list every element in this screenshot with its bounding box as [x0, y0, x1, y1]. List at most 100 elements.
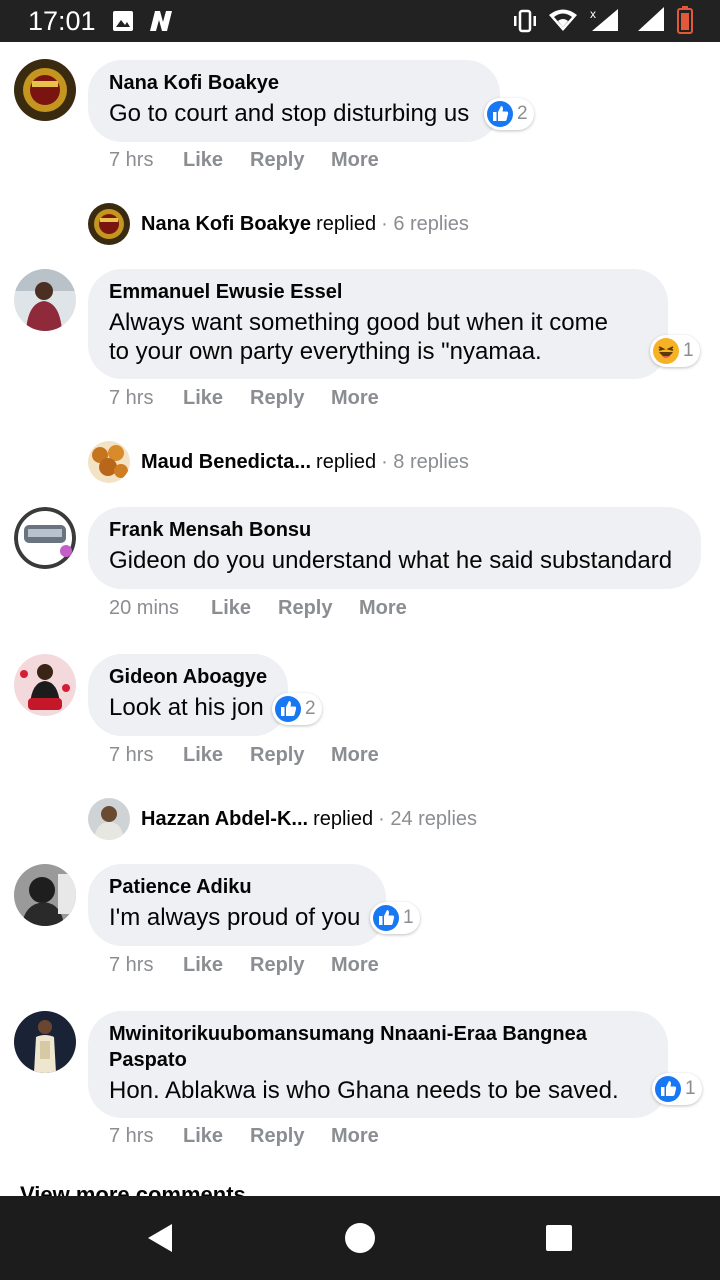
reaction-badge[interactable]: 1 — [650, 335, 700, 367]
android-nav-bar — [0, 1196, 720, 1280]
commenter-name[interactable]: Nana Kofi Boakye — [109, 70, 480, 96]
like-button[interactable]: Like — [183, 744, 223, 767]
reply-button[interactable]: Reply — [250, 744, 304, 767]
reply-avatar — [88, 203, 130, 245]
more-button[interactable]: More — [359, 597, 407, 620]
avatar-image — [14, 864, 76, 926]
commenter-name[interactable]: Gideon Aboagye — [109, 664, 268, 690]
reaction-badge[interactable]: 2 — [484, 98, 534, 130]
avatar[interactable] — [14, 1011, 76, 1073]
reply-button[interactable]: Reply — [278, 597, 332, 620]
like-icon — [275, 696, 301, 722]
reply-button[interactable]: Reply — [250, 1125, 304, 1148]
reply-button[interactable]: Reply — [250, 387, 304, 410]
comment-bubble[interactable]: Emmanuel Ewusie Essel Always want someth… — [88, 269, 668, 379]
reaction-count: 2 — [305, 698, 316, 719]
reaction-badge[interactable]: 2 — [272, 693, 322, 725]
avatar[interactable] — [14, 654, 76, 716]
n-notification-icon — [150, 11, 172, 31]
status-time: 17:01 — [28, 6, 96, 36]
comment-bubble[interactable]: Gideon Aboagye Look at his jon — [88, 654, 288, 736]
reply-avatar — [88, 441, 130, 483]
view-replies-link[interactable]: Hazzan Abdel-K... replied · 24 replies — [88, 797, 477, 841]
commenter-name-line[interactable]: Mwinitorikuubomansumang Nnaani-Eraa Bang… — [109, 1021, 648, 1047]
svg-text:x: x — [590, 7, 596, 21]
avatar[interactable] — [14, 507, 76, 569]
view-more-comments-link[interactable]: View more comments — [20, 1182, 246, 1196]
more-button[interactable]: More — [331, 149, 379, 172]
avatar-image — [14, 507, 76, 569]
comments-list: Nana Kofi Boakye Go to court and stop di… — [0, 42, 720, 1196]
more-button[interactable]: More — [331, 387, 379, 410]
signal-icon — [638, 7, 664, 31]
reaction-count: 1 — [683, 340, 694, 361]
comment-time: 7 hrs — [109, 954, 154, 976]
more-button[interactable]: More — [331, 954, 379, 977]
reply-author-name: Nana Kofi Boakye — [141, 212, 312, 235]
more-button[interactable]: More — [331, 1125, 379, 1148]
comment-time: 7 hrs — [109, 387, 154, 409]
reaction-count: 1 — [403, 907, 414, 928]
avatar[interactable] — [14, 269, 76, 331]
commenter-name[interactable]: Emmanuel Ewusie Essel — [109, 279, 648, 305]
like-button[interactable]: Like — [183, 149, 223, 172]
reply-author-name: Maud Benedicta... — [141, 450, 312, 473]
recents-icon[interactable] — [545, 1224, 573, 1252]
haha-icon — [653, 338, 679, 364]
reaction-count: 2 — [517, 103, 528, 124]
reaction-badge[interactable]: 1 — [370, 902, 420, 934]
like-button[interactable]: Like — [183, 1125, 223, 1148]
reaction-count: 1 — [685, 1078, 696, 1099]
view-replies-link[interactable]: Nana Kofi Boakye replied · 6 replies — [88, 202, 469, 246]
comment-text: Look at his jon — [109, 694, 264, 721]
vibrate-icon — [514, 9, 536, 33]
avatar-image — [14, 269, 76, 331]
back-icon[interactable] — [146, 1223, 174, 1253]
comment-bubble[interactable]: Mwinitorikuubomansumang Nnaani-Eraa Bang… — [88, 1011, 668, 1118]
like-button[interactable]: Like — [183, 954, 223, 977]
replied-label: replied — [316, 450, 377, 473]
like-button[interactable]: Like — [211, 597, 251, 620]
replied-label: replied — [316, 212, 377, 235]
more-button[interactable]: More — [331, 744, 379, 767]
like-button[interactable]: Like — [183, 387, 223, 410]
view-replies-link[interactable]: Maud Benedicta... replied · 8 replies — [88, 440, 469, 484]
replied-label: replied — [313, 807, 374, 830]
reply-count: · 8 replies — [381, 450, 469, 473]
commenter-name[interactable]: Patience Adiku — [109, 874, 366, 900]
status-bar: 17:01 x — [0, 0, 720, 42]
commenter-name-line[interactable]: Paspato — [109, 1047, 648, 1073]
comment-bubble[interactable]: Frank Mensah Bonsu Gideon do you underst… — [88, 507, 701, 589]
battery-low-icon — [677, 6, 693, 34]
avatar-image — [14, 59, 76, 121]
reply-avatar — [88, 798, 130, 840]
reply-button[interactable]: Reply — [250, 149, 304, 172]
reaction-badge[interactable]: 1 — [652, 1073, 702, 1105]
avatar-image — [14, 1011, 76, 1073]
comment-text-line: Always want something good but when it c… — [109, 309, 608, 336]
comment-text: Go to court and stop disturbing us — [109, 100, 470, 127]
commenter-name[interactable]: Frank Mensah Bonsu — [109, 517, 681, 543]
avatar[interactable] — [14, 59, 76, 121]
avatar[interactable] — [14, 864, 76, 926]
wifi-icon — [549, 9, 577, 31]
comment-time: 7 hrs — [109, 1125, 154, 1147]
comment-bubble[interactable]: Nana Kofi Boakye Go to court and stop di… — [88, 60, 500, 142]
comment-text: Gideon do you understand what he said su… — [109, 547, 673, 574]
comment-time: 7 hrs — [109, 149, 154, 171]
comment-text-line: to your own party everything is "nyamaa. — [109, 338, 542, 365]
comment-bubble[interactable]: Patience Adiku I'm always proud of you — [88, 864, 386, 946]
image-icon — [113, 11, 133, 31]
comment-time: 7 hrs — [109, 744, 154, 766]
reply-button[interactable]: Reply — [250, 954, 304, 977]
like-icon — [373, 905, 399, 931]
like-icon — [655, 1076, 681, 1102]
comment-text: Hon. Ablakwa is who Ghana needs to be sa… — [109, 1077, 619, 1104]
signal-x-icon: x — [590, 7, 618, 31]
avatar-image — [14, 654, 76, 716]
home-icon[interactable] — [344, 1222, 376, 1254]
reply-count: · 24 replies — [378, 807, 478, 830]
reply-author-name: Hazzan Abdel-K... — [141, 807, 309, 830]
reply-count: · 6 replies — [381, 212, 469, 235]
comment-time: 20 mins — [109, 597, 180, 619]
